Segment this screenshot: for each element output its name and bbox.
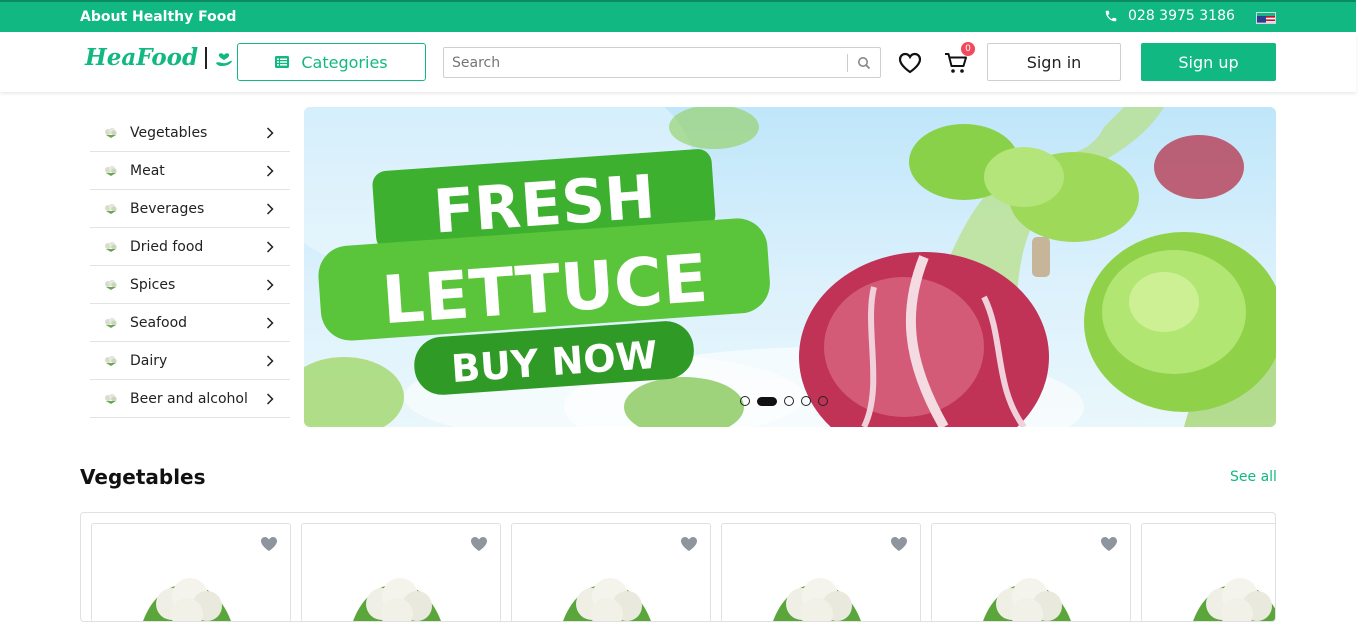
sign-up-button[interactable]: Sign up [1141,43,1276,81]
sidebar-item-dairy[interactable]: Dairy [90,342,290,380]
product-card[interactable] [301,523,501,621]
sidebar-item-label: Spices [130,276,176,293]
cauliflower-icon [105,279,117,290]
product-card[interactable] [91,523,291,621]
cauliflower-image [353,578,441,621]
see-all-link[interactable]: See all [1230,469,1277,485]
logo-text: HeaFood [85,44,199,71]
chevron-right-icon [266,203,274,215]
sidebar-item-label: Beverages [130,200,205,217]
sidebar-item-beverages[interactable]: Beverages [90,190,290,228]
sidebar-item-label: Meat [130,162,165,179]
sidebar-item-label: Beer and alcohol [130,390,248,407]
search-input[interactable] [444,48,847,77]
search-box [443,47,881,78]
search-button[interactable] [848,48,880,77]
phone-icon [1105,10,1117,22]
categories-button[interactable]: Categories [237,43,426,81]
chevron-right-icon [266,279,274,291]
sidebar-item-label: Seafood [130,314,188,331]
carousel-dot[interactable] [784,396,794,406]
sidebar-item-meat[interactable]: Meat [90,152,290,190]
cart-count-badge: 0 [961,42,975,56]
us-flag-icon[interactable] [1256,12,1276,24]
chevron-right-icon [266,241,274,253]
cauliflower-icon [105,127,117,138]
carousel-dots [740,396,828,406]
phone-number: 028 3975 3186 [1128,8,1235,24]
chevron-right-icon [266,355,274,367]
sign-in-button[interactable]: Sign in [987,43,1121,81]
main-header: HeaFood Categories 0 Sign [0,32,1356,92]
favorite-heart-icon[interactable] [1100,536,1118,552]
favorite-heart-icon[interactable] [680,536,698,552]
cauliflower-image [1193,578,1275,621]
product-card[interactable] [511,523,711,621]
section-title: Vegetables [80,465,206,489]
sidebar-item-beer-and-alcohol[interactable]: Beer and alcohol [90,380,290,418]
favorite-heart-icon[interactable] [890,536,908,552]
list-icon [275,56,290,68]
wishlist-heart-icon[interactable] [897,51,923,75]
cauliflower-icon [105,203,117,214]
about-link[interactable]: About Healthy Food [80,9,236,25]
sidebar-item-label: Dried food [130,238,204,255]
cauliflower-icon [105,165,117,176]
chevron-right-icon [266,393,274,405]
sidebar-item-seafood[interactable]: Seafood [90,304,290,342]
carousel-dot[interactable] [740,396,750,406]
cauliflower-image [563,578,651,621]
top-bar: About Healthy Food 028 3975 3186 [0,0,1356,32]
product-card[interactable] [931,523,1131,621]
heart-hand-icon [216,52,233,66]
carousel-dot[interactable] [818,396,828,406]
product-card[interactable] [1141,523,1275,621]
chevron-right-icon [266,165,274,177]
cauliflower-icon [105,317,117,328]
cauliflower-icon [105,241,117,252]
sidebar-item-label: Dairy [130,352,168,369]
cauliflower-image [773,578,861,621]
sidebar-item-label: Vegetables [130,124,208,141]
categories-label: Categories [301,52,388,72]
category-sidebar: Vegetables Meat Beverages Dried food Spi… [90,114,290,418]
hero-banner[interactable]: FRESH LETTUCE BUY NOW [304,107,1276,427]
favorite-heart-icon[interactable] [470,536,488,552]
banner-artwork: FRESH LETTUCE BUY NOW [304,107,1276,427]
cauliflower-icon [105,355,117,366]
site-logo[interactable]: HeaFood [85,44,234,71]
cauliflower-icon [105,393,117,404]
search-icon [858,56,871,69]
carousel-dot-active[interactable] [757,396,777,406]
sidebar-item-vegetables[interactable]: Vegetables [90,114,290,152]
carousel-dot[interactable] [801,396,811,406]
cauliflower-image [143,578,231,621]
chevron-right-icon [266,317,274,329]
sidebar-item-spices[interactable]: Spices [90,266,290,304]
cauliflower-image [983,578,1071,621]
sidebar-item-dried-food[interactable]: Dried food [90,228,290,266]
product-carousel [80,512,1276,622]
product-card[interactable] [721,523,921,621]
logo-divider [205,46,208,69]
favorite-heart-icon[interactable] [260,536,278,552]
phone-contact[interactable]: 028 3975 3186 [1104,8,1235,24]
chevron-right-icon [266,127,274,139]
